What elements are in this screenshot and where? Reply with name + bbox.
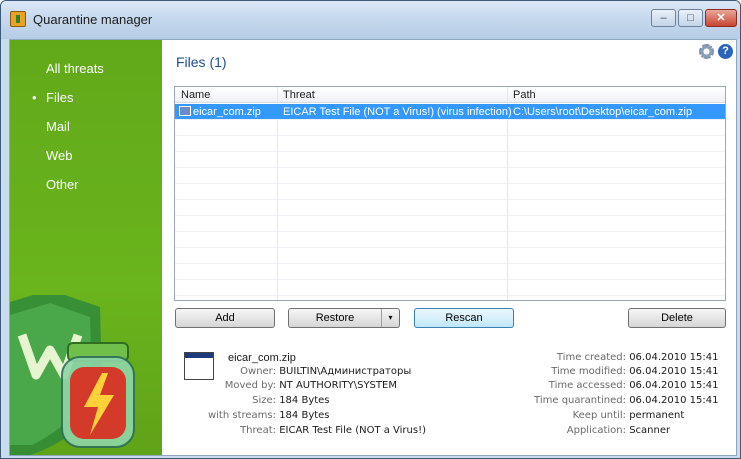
page-title: Files (1) — [176, 54, 227, 70]
settings-gear-icon[interactable] — [699, 44, 714, 59]
sidebar-item-web[interactable]: Web — [46, 148, 73, 163]
table-row-empty — [175, 120, 725, 136]
detail-key: Time quarantined: — [534, 395, 626, 406]
sidebar: All threats • Files Mail Web Other — [10, 40, 162, 455]
details-filename: eicar_com.zip — [228, 352, 296, 364]
table-header: Name Threat Path — [175, 87, 725, 103]
detail-application: Application: Scanner — [530, 425, 670, 436]
restore-button[interactable]: Restore ▾ — [288, 308, 400, 328]
detail-time-modified: Time modified: 06.04.2010 15:41 — [530, 366, 718, 377]
sidebar-item-mail[interactable]: Mail — [46, 119, 70, 134]
maximize-button[interactable]: □ — [678, 9, 703, 27]
table-row-empty — [175, 232, 725, 248]
detail-keep-until: Keep until: permanent — [530, 410, 685, 421]
rescan-button[interactable]: Rescan — [414, 308, 514, 328]
sidebar-item-other[interactable]: Other — [46, 177, 79, 192]
detail-value: permanent — [629, 410, 685, 421]
detail-key: Size: — [252, 395, 276, 406]
sidebar-item-label: Other — [46, 177, 79, 192]
sidebar-item-label: Files — [46, 90, 74, 105]
table-row-empty — [175, 200, 725, 216]
threats-table[interactable]: Name Threat Path eicar_com.zip EICAR Tes… — [174, 86, 726, 301]
column-threat[interactable]: Threat — [283, 89, 315, 101]
detail-key: Moved by: — [224, 380, 276, 391]
detail-value: 06.04.2010 15:41 — [629, 352, 719, 363]
detail-time-quarantined: Time quarantined: 06.04.2010 15:41 — [530, 395, 718, 406]
detail-streams: with streams: 184 Bytes — [162, 410, 330, 421]
detail-value: 06.04.2010 15:41 — [629, 380, 719, 391]
cell-name-text: eicar_com.zip — [193, 106, 261, 118]
detail-value: 184 Bytes — [279, 410, 330, 421]
delete-button[interactable]: Delete — [628, 308, 726, 328]
sidebar-item-label: Web — [46, 148, 73, 163]
table-row-empty — [175, 264, 725, 280]
table-row-empty — [175, 152, 725, 168]
detail-time-accessed: Time accessed: 06.04.2010 15:41 — [530, 380, 719, 391]
column-path[interactable]: Path — [513, 89, 536, 101]
cell-path: C:\Users\root\Desktop\eicar_com.zip — [513, 106, 693, 118]
table-row-empty — [175, 216, 725, 232]
close-button[interactable]: ✕ — [705, 9, 737, 27]
table-row-empty — [175, 136, 725, 152]
app-icon — [10, 11, 26, 27]
table-row[interactable]: eicar_com.zip EICAR Test File (NOT a Vir… — [175, 104, 725, 120]
detail-key: Time created: — [556, 352, 626, 363]
detail-threat: Threat: EICAR Test File (NOT a Virus!) — [162, 425, 426, 436]
table-row-empty — [175, 280, 725, 296]
quarantine-window: Quarantine manager – □ ✕ All threats • Fi… — [0, 0, 741, 459]
sidebar-item-label: Mail — [46, 119, 70, 134]
detail-key: with streams: — [207, 410, 276, 421]
detail-key: Time modified: — [551, 366, 626, 377]
detail-value: Scanner — [629, 425, 671, 436]
zip-file-icon — [179, 106, 191, 116]
active-bullet-icon: • — [32, 90, 37, 105]
window-title: Quarantine manager — [33, 12, 153, 27]
detail-key: Keep until: — [572, 410, 626, 421]
detail-value: BUILTIN\Администраторы — [279, 366, 412, 377]
sidebar-item-all-threats[interactable]: All threats — [46, 61, 104, 76]
detail-size: Size: 184 Bytes — [162, 395, 330, 406]
detail-value: 06.04.2010 15:41 — [629, 366, 719, 377]
detail-value: 184 Bytes — [279, 395, 330, 406]
detail-value: EICAR Test File (NOT a Virus!) — [279, 425, 427, 436]
minimize-button[interactable]: – — [651, 9, 676, 27]
detail-time-created: Time created: 06.04.2010 15:41 — [530, 352, 719, 363]
add-button[interactable]: Add — [175, 308, 275, 328]
detail-moved-by: Moved by: NT AUTHORITY\SYSTEM — [162, 380, 397, 391]
help-icon[interactable]: ? — [718, 44, 733, 59]
detail-value: 06.04.2010 15:41 — [629, 395, 719, 406]
file-details-panel: eicar_com.zip Owner: BUILTIN\Администрат… — [162, 340, 736, 455]
cell-name: eicar_com.zip — [179, 106, 261, 118]
table-row-empty — [175, 184, 725, 200]
detail-key: Owner: — [240, 366, 276, 377]
sidebar-item-files[interactable]: • Files — [32, 90, 74, 105]
detail-key: Application: — [566, 425, 626, 436]
title-bar[interactable]: Quarantine manager – □ ✕ — [1, 1, 740, 39]
detail-value: NT AUTHORITY\SYSTEM — [279, 380, 397, 391]
sidebar-item-label: All threats — [46, 61, 104, 76]
detail-key: Time accessed: — [548, 380, 626, 391]
table-row-empty — [175, 168, 725, 184]
detail-key: Threat: — [240, 425, 276, 436]
drweb-shield-logo-icon — [10, 295, 135, 455]
table-row-empty — [175, 248, 725, 264]
restore-label: Restore — [315, 312, 355, 324]
client-area: All threats • Files Mail Web Other Files … — [9, 39, 737, 456]
detail-owner: Owner: BUILTIN\Администраторы — [162, 366, 411, 377]
main-panel: Files (1) ? Name Threat Path eicar_com.z… — [162, 40, 736, 455]
column-name[interactable]: Name — [181, 89, 210, 101]
cell-threat: EICAR Test File (NOT a Virus!) (virus in… — [283, 106, 512, 118]
chevron-down-icon[interactable]: ▾ — [381, 309, 399, 327]
